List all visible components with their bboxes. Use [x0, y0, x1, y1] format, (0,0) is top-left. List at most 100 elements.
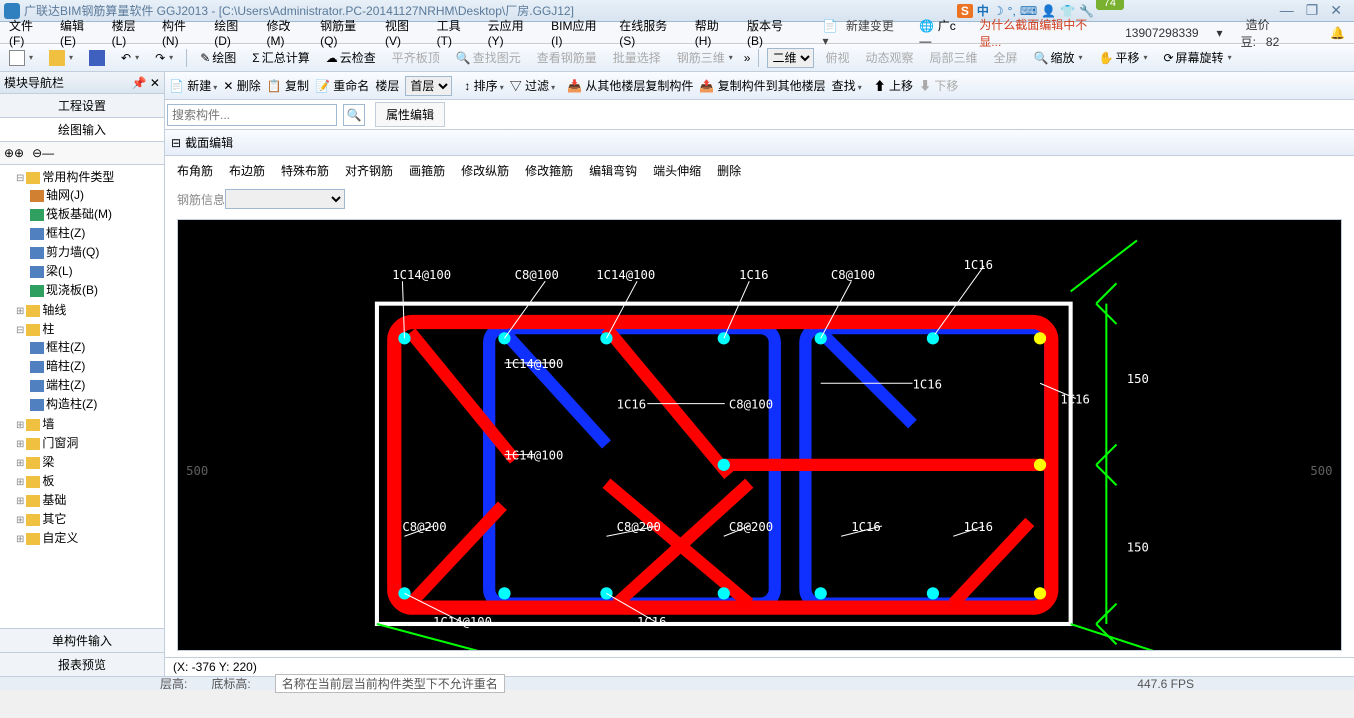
copy-to-floor-button[interactable]: 📤 复制构件到其他楼层 [699, 77, 825, 94]
new-change-button[interactable]: 📄 新建变更 ▾ [818, 15, 913, 50]
tree-beam2[interactable]: 梁 [42, 455, 54, 469]
rotate-button[interactable]: ⟳ 屏幕旋转▾ [1158, 46, 1236, 69]
fullscreen-button[interactable]: 全屏 [989, 46, 1023, 69]
ime-user-icon[interactable]: 👤 [1041, 4, 1056, 18]
tree-pillar[interactable]: 柱 [42, 322, 54, 336]
tree-pillar-end[interactable]: 端柱(Z) [46, 378, 85, 392]
bird-view-button[interactable]: 俯视 [820, 46, 854, 69]
search-globe-button[interactable]: 🌐 广c— [914, 15, 972, 50]
new-component-button[interactable]: 📄 新建▾ [169, 77, 217, 94]
batch-select-button[interactable]: 批量选择 [608, 46, 666, 69]
ime-comma-icon[interactable]: °, [1008, 4, 1016, 18]
tool-modify-stirrup[interactable]: 修改箍筋 [525, 162, 573, 179]
tree-pillar-frame[interactable]: 框柱(Z) [46, 340, 85, 354]
tree-pillar-cons[interactable]: 构造柱(Z) [46, 397, 97, 411]
tree-frame-col[interactable]: 框柱(Z) [46, 226, 85, 240]
menu-view[interactable]: 视图(V) [380, 15, 430, 50]
sum-button[interactable]: Σ 汇总计算 [247, 46, 314, 69]
menu-file[interactable]: 文件(F) [4, 15, 53, 50]
tree-root[interactable]: 常用构件类型 [42, 170, 114, 184]
ime-wrench-icon[interactable]: 🔧 [1079, 4, 1094, 18]
ime-s-icon[interactable]: S [957, 4, 973, 18]
component-tree[interactable]: ⊟常用构件类型 轴网(J) 筏板基础(M) 框柱(Z) 剪力墙(Q) 梁(L) … [0, 165, 164, 628]
tool-special-rebar[interactable]: 特殊布筋 [281, 162, 329, 179]
view-rebar-button[interactable]: 查看钢筋量 [532, 46, 602, 69]
move-up-button[interactable]: ⬆ 上移 [874, 77, 913, 94]
sort-button[interactable]: ↕ 排序▾ [464, 77, 503, 94]
draw-button[interactable]: ✎ 绘图 [195, 46, 241, 69]
menu-tool[interactable]: 工具(T) [432, 15, 481, 50]
pin-icon[interactable]: 📌 ✕ [132, 76, 160, 90]
menu-help[interactable]: 帮助(H) [690, 15, 740, 50]
menu-edit[interactable]: 编辑(E) [55, 15, 105, 50]
ime-keyboard-icon[interactable]: ⌨ [1020, 4, 1037, 18]
zoom-button[interactable]: 🔍 缩放▾ [1029, 46, 1088, 69]
view-mode-select[interactable]: 二维 [767, 48, 814, 68]
bell-icon[interactable]: 🔔 [1325, 24, 1350, 42]
collapse-icon[interactable]: ⊟ [171, 136, 181, 150]
delete-component-button[interactable]: ✕ 删除 [223, 77, 260, 94]
ime-shirt-icon[interactable]: 👕 [1060, 4, 1075, 18]
dyn-observe-button[interactable]: 动态观察 [860, 46, 918, 69]
ime-moon-icon[interactable]: ☽ [993, 4, 1004, 18]
tree-foundation[interactable]: 基础 [42, 493, 66, 507]
menu-modify[interactable]: 修改(M) [262, 15, 314, 50]
tree-custom[interactable]: 自定义 [42, 531, 78, 545]
tree-pillar-dark[interactable]: 暗柱(Z) [46, 359, 85, 373]
floor-select[interactable]: 首层 [405, 76, 452, 96]
property-edit-tab[interactable]: 属性编辑 [375, 102, 445, 127]
tool-modify-long[interactable]: 修改纵筋 [461, 162, 509, 179]
notification-badge[interactable]: 74 [1096, 0, 1124, 10]
find-button[interactable]: 查找▾ [832, 77, 862, 94]
find-view-button[interactable]: 🔍 查找图元 [451, 46, 526, 69]
tree-opening[interactable]: 门窗洞 [42, 436, 78, 450]
search-button[interactable]: 🔍 [343, 104, 365, 126]
copy-component-button[interactable]: 📋 复制 [267, 77, 309, 94]
cloud-check-button[interactable]: ☁ 云检查 [321, 46, 381, 69]
save-button[interactable] [84, 47, 110, 69]
tree-shear-wall[interactable]: 剪力墙(Q) [46, 245, 99, 259]
tree-board[interactable]: 板 [42, 474, 54, 488]
menu-version[interactable]: 版本号(B) [742, 15, 804, 50]
tab-single-input[interactable]: 单构件输入 [0, 628, 164, 652]
tool-delete[interactable]: 删除 [717, 162, 741, 179]
tab-draw-input[interactable]: 绘图输入 [0, 118, 164, 142]
local3d-button[interactable]: 局部三维 [924, 46, 982, 69]
tool-edge-rebar[interactable]: 布边筋 [229, 162, 265, 179]
move-down-button[interactable]: ⬇ 下移 [919, 77, 958, 94]
collapse-tree-icon[interactable]: ⊖— [32, 146, 54, 160]
rebar-info-select[interactable] [225, 189, 345, 209]
menu-component[interactable]: 构件(N) [157, 15, 207, 50]
menu-online[interactable]: 在线服务(S) [614, 15, 687, 50]
menu-cloud[interactable]: 云应用(Y) [483, 15, 545, 50]
expand-tree-icon[interactable]: ⊕⊕ [4, 146, 24, 160]
rename-button[interactable]: 📝 重命名 [315, 77, 369, 94]
new-file-button[interactable]: ▾ [4, 47, 38, 69]
tab-report-preview[interactable]: 报表预览 [0, 652, 164, 676]
rebar3d-button[interactable]: 钢筋三维 ▾ [672, 46, 738, 69]
tab-project-settings[interactable]: 工程设置 [0, 94, 164, 118]
menu-bim[interactable]: BIM应用(I) [546, 15, 612, 50]
tree-axis[interactable]: 轴线 [42, 303, 66, 317]
pan-button[interactable]: ✋ 平移▾ [1094, 46, 1153, 69]
overflow-icon[interactable]: » [744, 51, 751, 65]
copy-from-floor-button[interactable]: 📥 从其他楼层复制构件 [567, 77, 693, 94]
search-input[interactable] [167, 104, 337, 126]
tree-raft[interactable]: 筏板基础(M) [46, 207, 112, 221]
menu-draw[interactable]: 绘图(D) [209, 15, 259, 50]
tree-wall[interactable]: 墙 [42, 417, 54, 431]
tree-beam[interactable]: 梁(L) [46, 264, 73, 278]
menu-rebar[interactable]: 钢筋量(Q) [315, 15, 378, 50]
ime-lang[interactable]: 中 [977, 2, 989, 19]
dropdown-icon[interactable]: ▾ [1212, 24, 1228, 42]
tool-end-extend[interactable]: 端头伸缩 [653, 162, 701, 179]
filter-button[interactable]: ▽ 过滤▾ [510, 77, 555, 94]
menu-floor[interactable]: 楼层(L) [107, 15, 155, 50]
tree-other[interactable]: 其它 [42, 512, 66, 526]
tree-axis-grid[interactable]: 轴网(J) [46, 188, 84, 202]
undo-button[interactable]: ↶▾ [116, 48, 144, 68]
tree-slab[interactable]: 现浇板(B) [46, 283, 98, 297]
tool-corner-rebar[interactable]: 布角筋 [177, 162, 213, 179]
tool-draw-stirrup[interactable]: 画箍筋 [409, 162, 445, 179]
tool-align-rebar[interactable]: 对齐钢筋 [345, 162, 393, 179]
